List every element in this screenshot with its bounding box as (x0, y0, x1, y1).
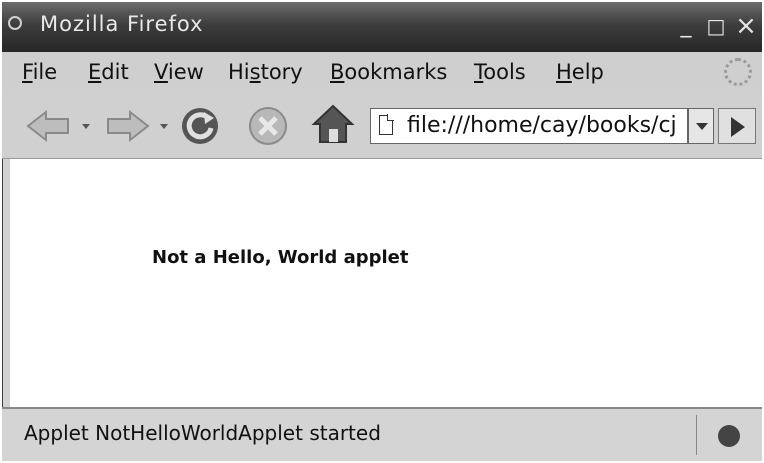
browser-window: Mozilla Firefox _ □ × File Edit View His… (2, 2, 762, 461)
url-history-dropdown-icon[interactable] (688, 108, 714, 144)
go-button[interactable] (718, 108, 756, 144)
back-history-dropdown-icon[interactable] (82, 124, 90, 129)
page-content: Not a Hello, World applet (10, 159, 762, 407)
url-bar[interactable]: file:///home/cay/books/cj (370, 108, 688, 144)
reload-icon[interactable] (178, 104, 222, 148)
status-bar: Applet NotHelloWorldApplet started (2, 407, 762, 461)
back-arrow-icon[interactable] (24, 108, 74, 144)
window-title: Mozilla Firefox (40, 12, 204, 36)
menu-file[interactable]: File (22, 60, 57, 84)
title-bar: Mozilla Firefox _ □ × (2, 2, 762, 52)
forward-history-dropdown-icon[interactable] (160, 124, 168, 129)
applet-text: Not a Hello, World applet (152, 247, 409, 268)
close-button[interactable]: × (734, 13, 758, 39)
status-text: Applet NotHelloWorldApplet started (24, 421, 381, 445)
url-input[interactable]: file:///home/cay/books/cj (407, 113, 687, 138)
forward-arrow-icon[interactable] (102, 108, 152, 144)
throbber-icon (724, 58, 752, 86)
menu-edit[interactable]: Edit (88, 60, 129, 84)
menu-bookmarks[interactable]: Bookmarks (330, 60, 447, 84)
menu-help[interactable]: Help (556, 60, 604, 84)
menu-bar: File Edit View History Bookmarks Tools H… (2, 52, 762, 94)
minimize-button[interactable]: _ (674, 14, 698, 38)
maximize-button[interactable]: □ (704, 14, 728, 38)
firefox-icon (8, 16, 22, 30)
page-icon (379, 114, 394, 135)
menu-tools[interactable]: Tools (474, 60, 526, 84)
navigation-toolbar: file:///home/cay/books/cj (2, 94, 762, 159)
menu-view[interactable]: View (154, 60, 204, 84)
status-separator (696, 415, 697, 455)
stop-icon[interactable] (246, 104, 290, 148)
home-icon[interactable] (310, 102, 356, 146)
menu-history[interactable]: History (228, 60, 303, 84)
java-console-icon[interactable] (718, 425, 740, 447)
